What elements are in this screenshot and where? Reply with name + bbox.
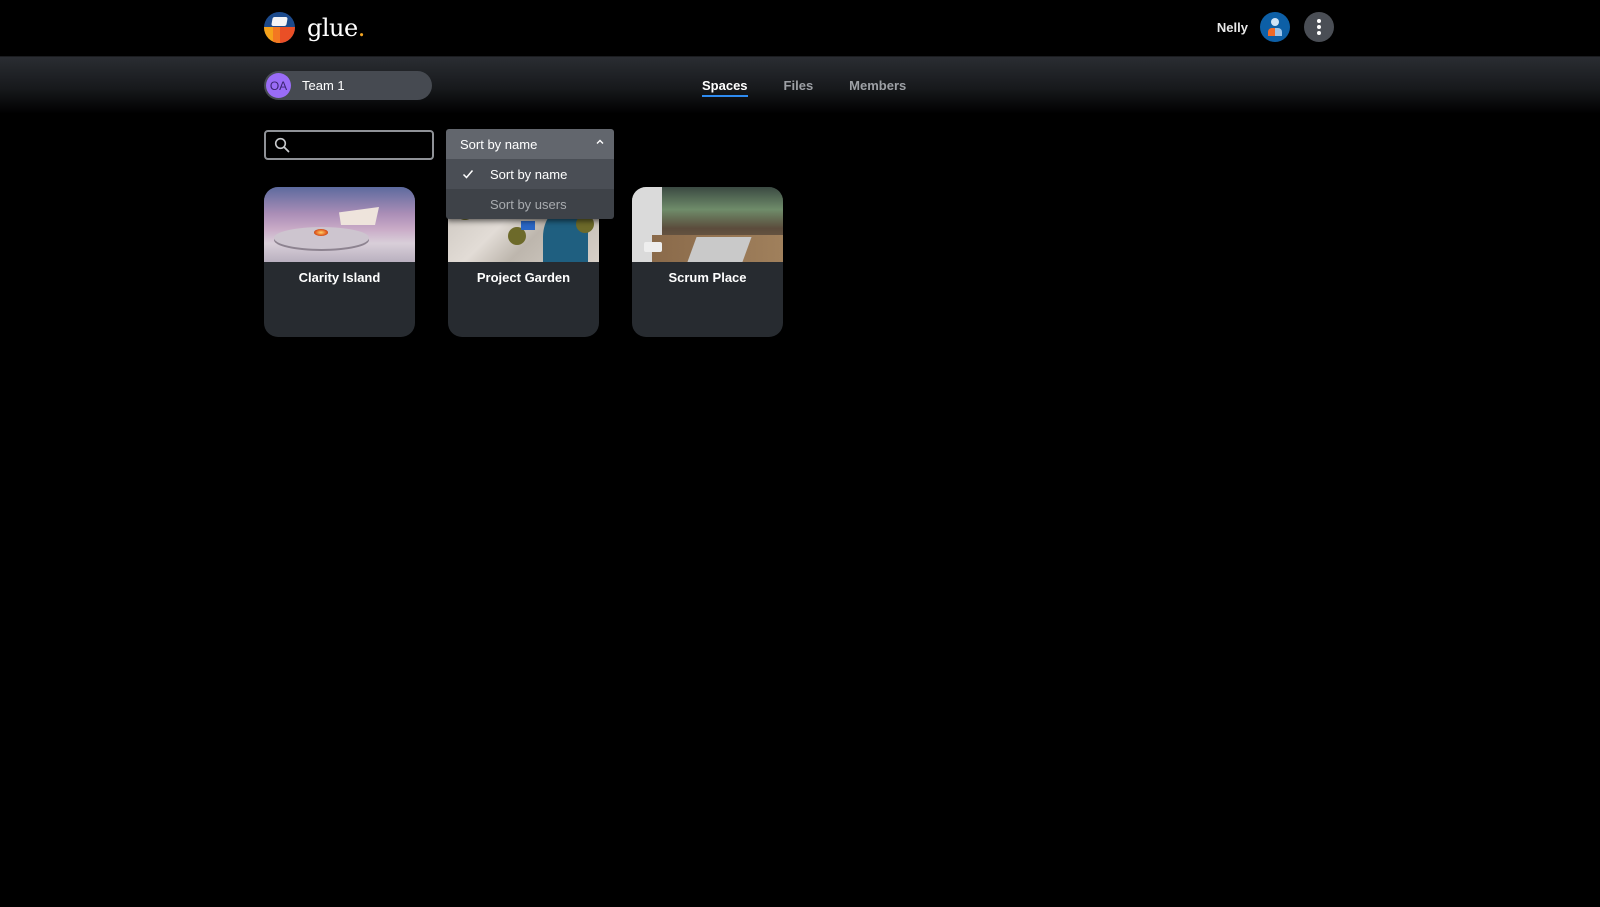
team-badge: OA xyxy=(266,73,291,98)
tab-files[interactable]: Files xyxy=(784,78,814,97)
sort-selected-label: Sort by name xyxy=(460,136,538,152)
sort-dropdown: Sort by name Sort by name Sort by users xyxy=(446,129,614,219)
sort-option-label: Sort by users xyxy=(490,196,567,212)
user-name: Nelly xyxy=(1216,19,1248,35)
space-thumbnail xyxy=(632,187,783,262)
top-bar: glue. Nelly xyxy=(0,0,1600,56)
glue-logo[interactable]: glue. xyxy=(264,12,365,43)
sort-option-users[interactable]: Sort by users xyxy=(446,189,614,219)
check-icon xyxy=(462,170,474,179)
search-input[interactable] xyxy=(296,135,426,155)
space-card[interactable]: Scrum Place xyxy=(632,187,783,337)
search-icon xyxy=(274,137,290,153)
space-name: Scrum Place xyxy=(668,270,747,285)
space-card[interactable]: Clarity Island xyxy=(264,187,415,337)
user-avatar-icon[interactable] xyxy=(1260,12,1290,42)
search-box xyxy=(264,130,434,160)
chevron-up-icon xyxy=(596,139,604,144)
space-name: Project Garden xyxy=(476,270,571,285)
team-selector[interactable]: OA Team 1 xyxy=(264,71,432,100)
space-thumbnail xyxy=(264,187,415,262)
kebab-menu-icon[interactable] xyxy=(1304,12,1334,42)
team-nav-bar: OA Team 1 Spaces Files Members xyxy=(0,56,1600,114)
tab-members[interactable]: Members xyxy=(849,78,906,97)
tab-spaces[interactable]: Spaces xyxy=(702,78,748,97)
glue-logo-icon xyxy=(264,12,295,43)
sort-option-label: Sort by name xyxy=(490,166,568,182)
team-name: Team 1 xyxy=(302,78,345,93)
user-area: Nelly xyxy=(1217,12,1334,42)
space-name: Clarity Island xyxy=(298,270,381,285)
sort-option-name[interactable]: Sort by name xyxy=(446,159,614,189)
main-nav: Spaces Files Members xyxy=(702,78,906,97)
logo-text: glue. xyxy=(307,13,365,42)
sort-dropdown-toggle[interactable]: Sort by name xyxy=(446,129,614,159)
